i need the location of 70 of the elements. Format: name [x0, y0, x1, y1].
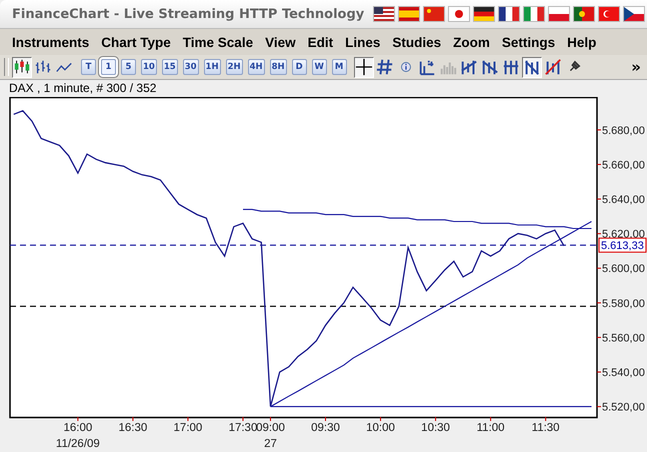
- axis-label: 11:30: [532, 422, 560, 434]
- interval-button[interactable]: 15: [162, 59, 178, 75]
- menu-item[interactable]: Zoom: [447, 34, 496, 50]
- flag-icon[interactable]: [373, 6, 395, 22]
- menu-item[interactable]: Time Scale: [176, 34, 260, 50]
- erase-line-icon: [544, 59, 560, 76]
- grid-icon: [376, 58, 393, 76]
- interval-button[interactable]: 1: [101, 59, 116, 75]
- axis-label: 5.640,00: [602, 194, 645, 206]
- interval-button[interactable]: 5: [121, 59, 136, 75]
- menu-item[interactable]: Settings: [496, 34, 562, 50]
- window-title: FinanceChart - Live Streaming HTTP Technology: [12, 6, 364, 22]
- axis-label: 17:30: [228, 422, 258, 434]
- more-button[interactable]: »: [631, 58, 641, 76]
- info-icon: [400, 62, 411, 72]
- candlestick-icon: [14, 59, 30, 74]
- interval-button[interactable]: M: [332, 59, 347, 75]
- tool-button[interactable]: [522, 56, 542, 78]
- bar-chart-icon: [35, 60, 51, 74]
- date-label: 11/26/09: [56, 438, 100, 450]
- menu-item[interactable]: Studies: [386, 34, 448, 50]
- tool-button[interactable]: [354, 56, 374, 78]
- axis-label: 10:00: [366, 422, 395, 434]
- menu-item[interactable]: Edit: [302, 34, 340, 50]
- flag-icon[interactable]: [623, 6, 645, 22]
- chart-style-button[interactable]: [12, 56, 32, 78]
- interval-button[interactable]: W: [312, 59, 327, 75]
- interval-button[interactable]: 1H: [204, 59, 221, 75]
- trend-line-icon: [481, 60, 498, 76]
- chart-title: DAX , 1 minute, # 300 / 352: [8, 80, 158, 97]
- interval-button[interactable]: 2H: [226, 59, 243, 75]
- tool-button[interactable]: [542, 56, 563, 78]
- flag-icon[interactable]: [498, 6, 520, 22]
- menu-item[interactable]: Help: [561, 34, 602, 50]
- axis-label: 17:00: [174, 422, 202, 434]
- axis-label: 16:30: [118, 422, 148, 434]
- axis-label: 5.540,00: [602, 367, 645, 380]
- trend-line-icon: [502, 60, 519, 76]
- axis-label: 5.660,00: [602, 159, 645, 172]
- interval-button[interactable]: 10: [141, 59, 157, 75]
- trend-line-icon: [460, 60, 477, 76]
- interval-button[interactable]: 30: [182, 59, 199, 75]
- interval-button[interactable]: T: [81, 59, 96, 75]
- axis-label: 16:00: [63, 422, 92, 434]
- tool-button[interactable]: [374, 56, 395, 78]
- axis-label: 09:30: [311, 422, 340, 434]
- axis-label: 5.520,00: [602, 402, 645, 414]
- axis-label: 5.600,00: [602, 263, 645, 276]
- trend-line-icon: [524, 60, 539, 76]
- interval-button[interactable]: 4H: [248, 59, 265, 75]
- axis-label: 09:00: [256, 422, 285, 434]
- axis-label: 5.680,00: [602, 124, 645, 137]
- axis-label: 5.560,00: [602, 332, 645, 344]
- interval-button[interactable]: D: [292, 59, 307, 75]
- menu-item[interactable]: Chart Type: [95, 34, 177, 50]
- flag-icon[interactable]: [448, 6, 470, 22]
- interval-button[interactable]: 8H: [270, 59, 287, 75]
- line-chart-icon: [56, 62, 72, 72]
- axis-label: 10:30: [421, 422, 450, 434]
- flag-icon[interactable]: [548, 6, 570, 22]
- flag-icon[interactable]: [473, 6, 495, 22]
- price-label: 5.613,33: [598, 238, 646, 253]
- menu-item[interactable]: View: [259, 34, 302, 50]
- axis-label: 11:00: [476, 422, 505, 434]
- menu-item[interactable]: Lines: [339, 34, 386, 50]
- menu-item[interactable]: Instruments: [6, 34, 96, 50]
- date-label: 27: [264, 438, 277, 450]
- axis-label: 5.580,00: [602, 298, 645, 310]
- crosshair-icon: [354, 58, 372, 76]
- histogram-icon: [440, 62, 456, 76]
